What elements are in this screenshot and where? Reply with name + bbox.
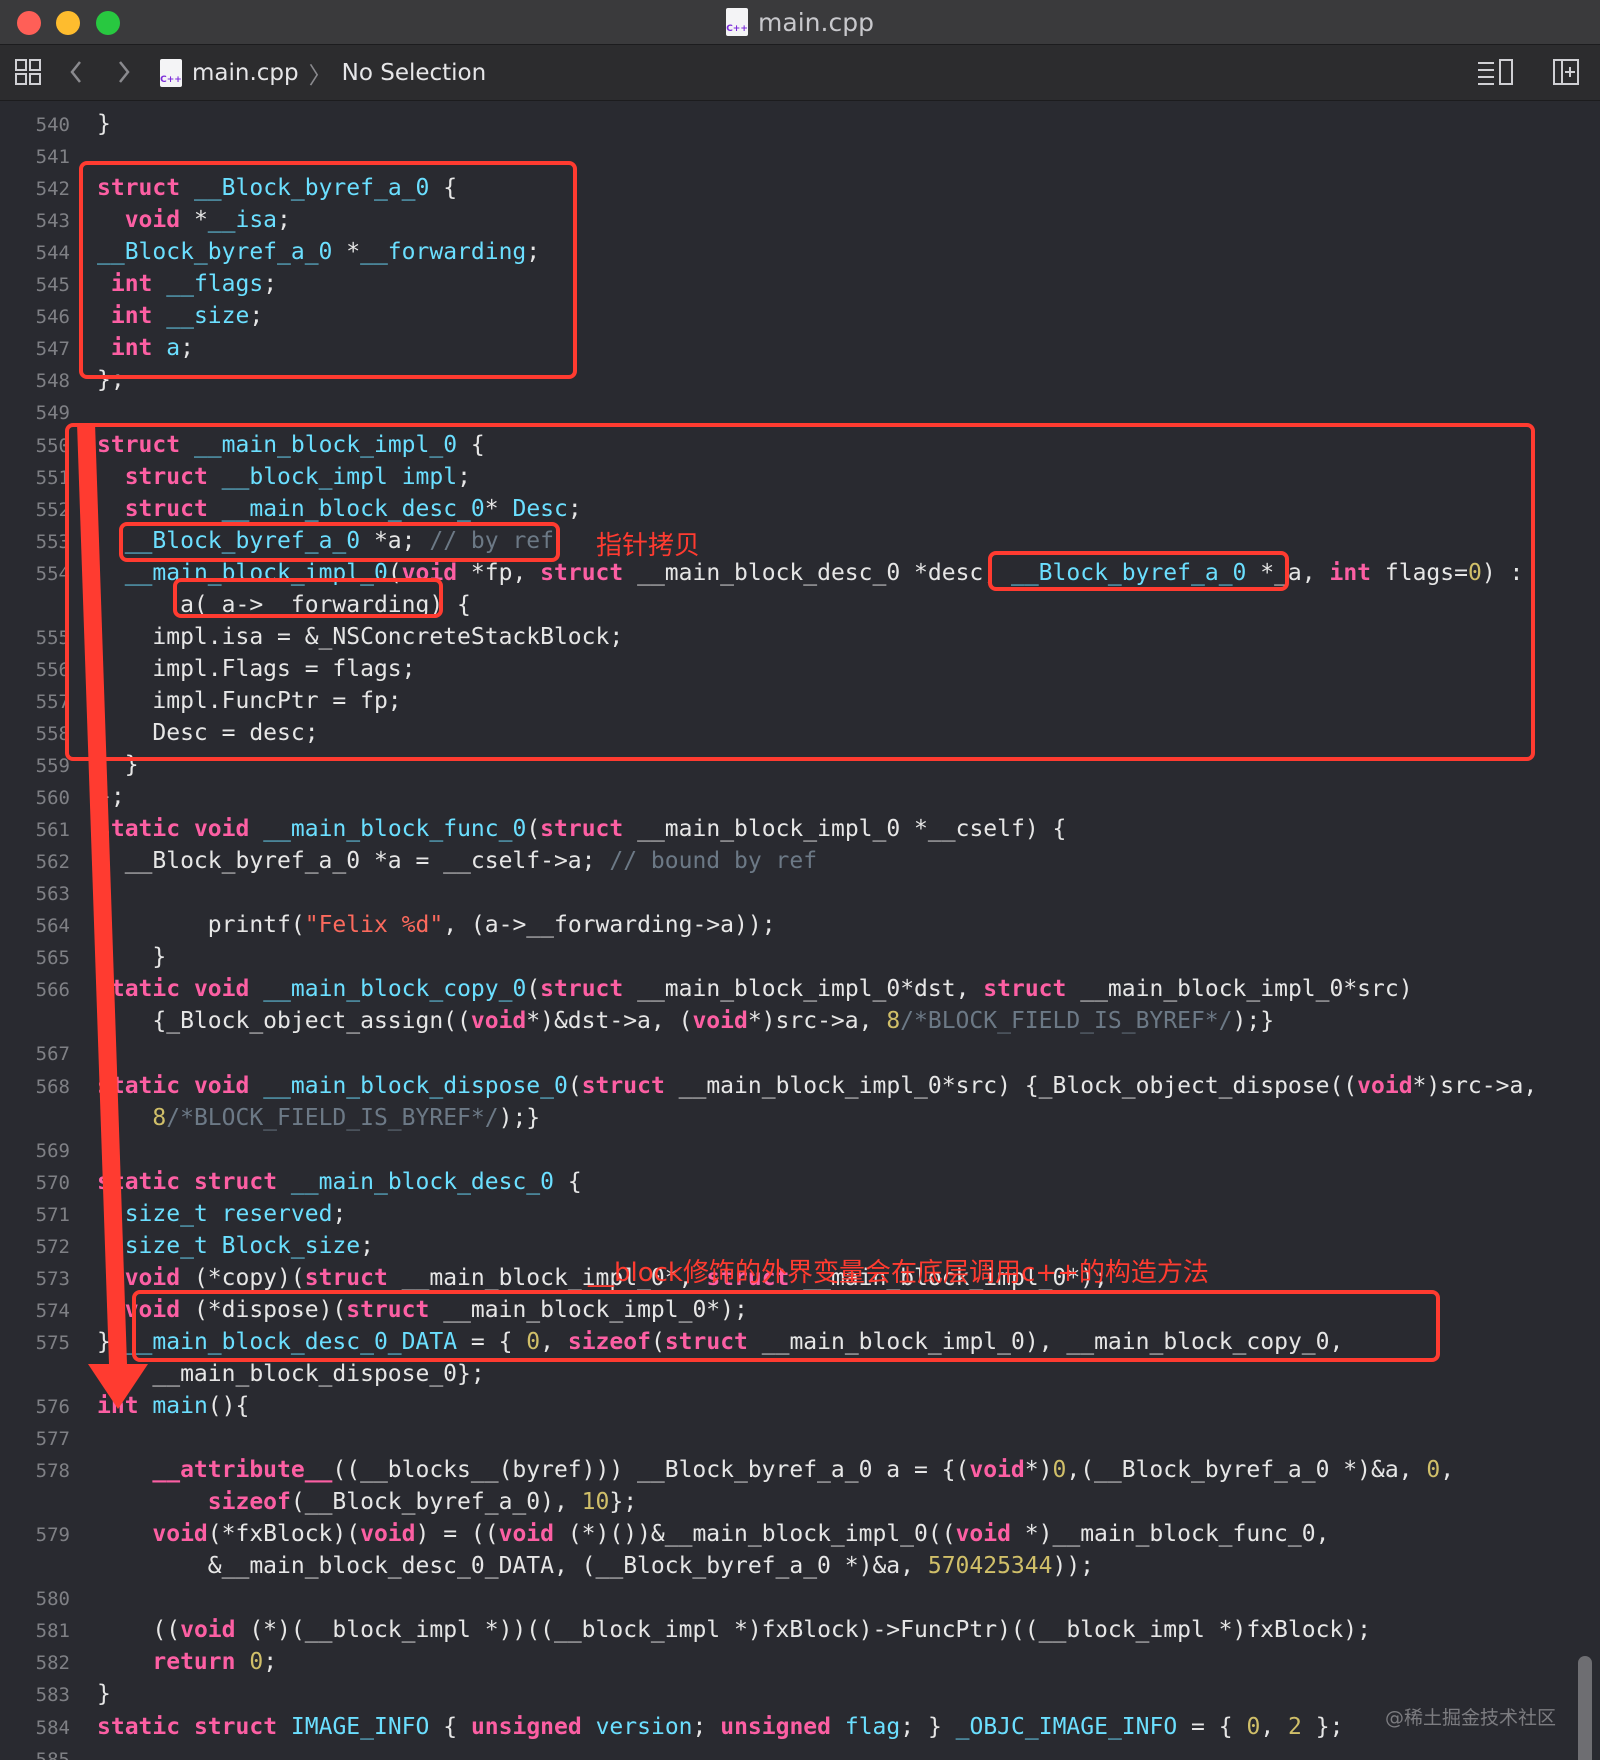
add-editor-icon[interactable] [1552,58,1580,86]
minimap-icon[interactable] [1476,58,1518,86]
red-arrow [77,423,148,1409]
back-chevron-icon[interactable] [68,58,84,86]
cpp-file-icon: C++ [726,8,749,36]
breadcrumb-chevron-icon: 〉 [308,62,332,89]
breadcrumb: C++ main.cpp 〉 No Selection [160,45,486,100]
cpp-file-icon: C++ [160,58,182,87]
title-bar: C++ main.cpp [0,0,1600,45]
forward-chevron-icon[interactable] [116,58,132,86]
watermark: @稀土掘金技术社区 [1384,1707,1556,1729]
xcode-window: C++ main.cpp C++ main.cpp 〉 No Selection… [0,0,1600,1760]
jump-bar: C++ main.cpp 〉 No Selection [0,45,1600,101]
window-title: C++ main.cpp [0,0,1600,44]
code-editor[interactable]: 540 541 542 543 544 545 546 547 548 549 550 551 552 5… [0,101,1600,1760]
breadcrumb-file[interactable]: main.cpp [192,60,299,86]
related-items-icon[interactable] [14,58,42,86]
vertical-scrollbar[interactable] [1578,1656,1592,1760]
window-title-text: main.cpp [758,7,874,37]
breadcrumb-selection[interactable]: No Selection [342,60,487,86]
